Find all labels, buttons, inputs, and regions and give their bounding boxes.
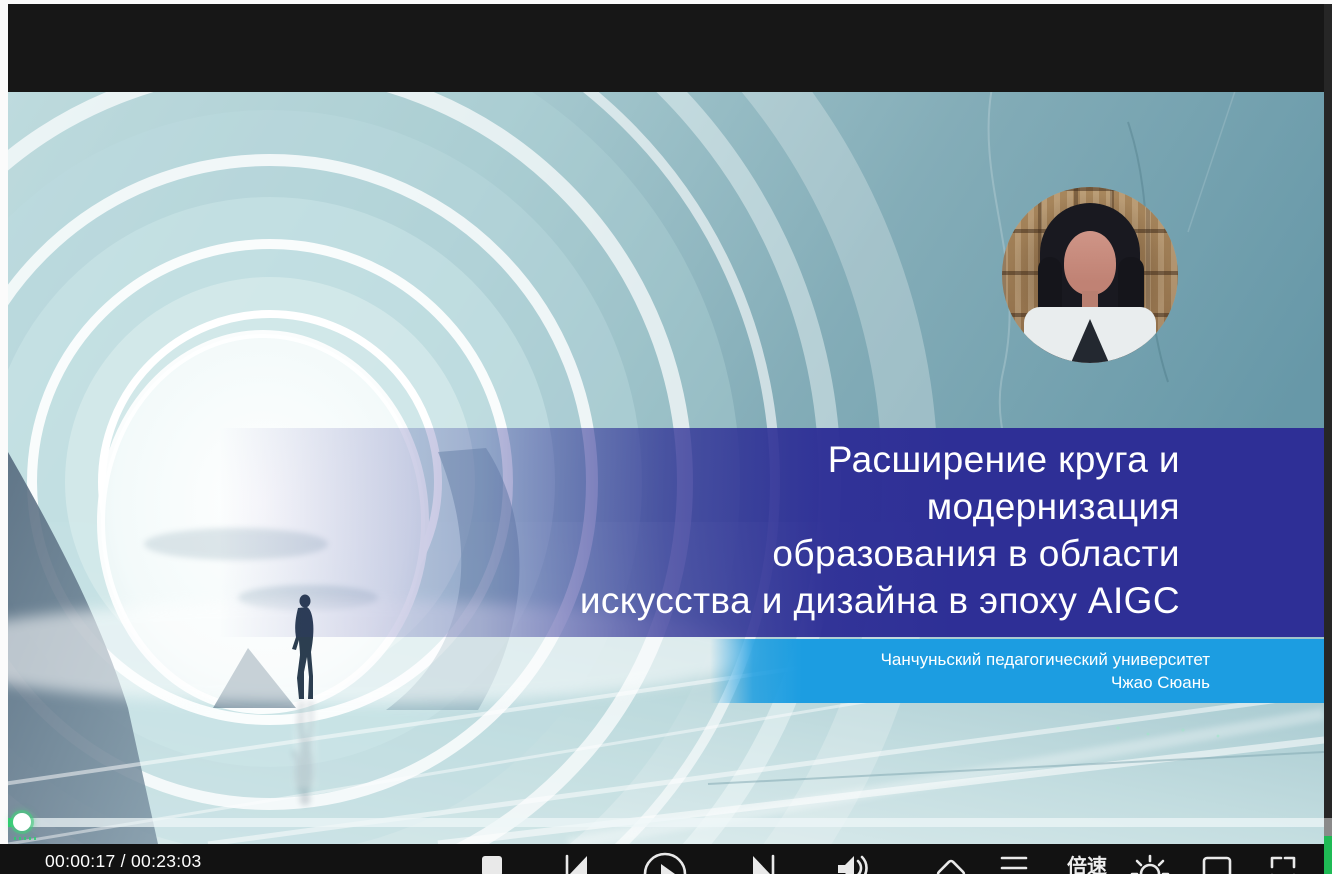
fullscreen-icon bbox=[1261, 856, 1305, 874]
scrollbar-active-indicator bbox=[1324, 836, 1332, 874]
presenter-blazer bbox=[1024, 307, 1156, 363]
volume-icon bbox=[827, 853, 871, 874]
skip-back-icon bbox=[554, 854, 598, 874]
mini-player-button[interactable] bbox=[1195, 856, 1239, 874]
scrollbar-thumb[interactable] bbox=[1324, 818, 1332, 836]
play-icon bbox=[641, 850, 689, 874]
reflection-glare bbox=[294, 704, 316, 788]
playlist-button[interactable] bbox=[992, 852, 1036, 874]
mini-player-icon bbox=[1195, 856, 1239, 874]
eraser-button[interactable] bbox=[929, 852, 973, 874]
slide-subtitle-speaker: Чжао Сюань bbox=[710, 671, 1210, 694]
slide-subtitle-band: Чанчуньский педагогический университет Ч… bbox=[710, 639, 1324, 703]
eraser-icon bbox=[929, 852, 973, 874]
speed-button[interactable]: 倍速 bbox=[1067, 850, 1107, 874]
next-button[interactable] bbox=[742, 854, 786, 874]
player-control-bar: 00:00:17 / 00:23:03 bbox=[0, 844, 1332, 874]
seek-handle[interactable] bbox=[13, 813, 31, 831]
seek-handle-marks bbox=[14, 837, 36, 840]
seek-bar[interactable] bbox=[8, 818, 1324, 827]
stop-button[interactable] bbox=[470, 856, 514, 874]
stop-icon bbox=[482, 856, 502, 874]
slide-title-line: искусства и дизайна в эпоху AIGC bbox=[8, 577, 1180, 624]
play-button[interactable] bbox=[641, 850, 689, 874]
volume-button[interactable] bbox=[827, 853, 871, 874]
slide-subtitle-university: Чанчуньский педагогический университет bbox=[710, 648, 1210, 671]
gear-icon bbox=[1128, 852, 1172, 874]
player-top-bar bbox=[8, 4, 1324, 92]
settings-button[interactable] bbox=[1128, 852, 1172, 874]
video-surface[interactable]: Расширение круга и модернизация образова… bbox=[8, 92, 1324, 844]
slide-title-line: Расширение круга и bbox=[8, 436, 1180, 483]
fullscreen-button[interactable] bbox=[1261, 856, 1305, 874]
playlist-icon bbox=[992, 852, 1036, 874]
presenter-face bbox=[1064, 231, 1116, 295]
slide-title-line: образования в области bbox=[8, 530, 1180, 577]
right-scrollbar-track[interactable] bbox=[1324, 4, 1332, 874]
time-display: 00:00:17 / 00:23:03 bbox=[45, 851, 202, 872]
previous-button[interactable] bbox=[554, 854, 598, 874]
slide-title-band: Расширение круга и модернизация образова… bbox=[8, 428, 1324, 637]
skip-forward-icon bbox=[742, 854, 786, 874]
webcam-overlay bbox=[1002, 187, 1178, 363]
slide-title-line: модернизация bbox=[8, 483, 1180, 530]
